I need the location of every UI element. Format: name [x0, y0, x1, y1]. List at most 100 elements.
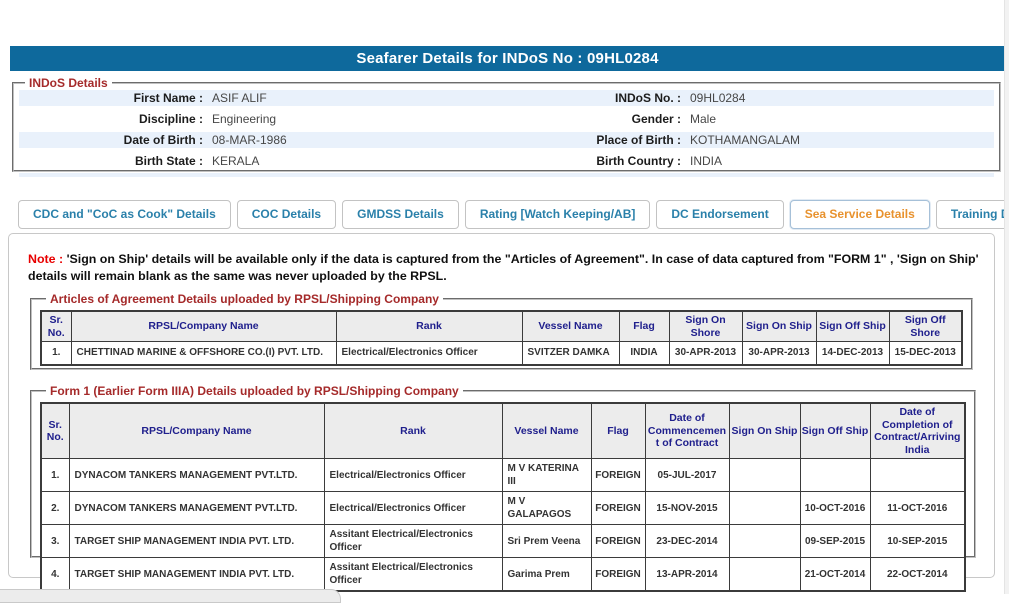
- field-value-indos-no: 09HL0284: [690, 90, 994, 106]
- cell-sign-on-ship: [729, 492, 800, 525]
- cell-company: CHETTINAD MARINE & OFFSHORE CO.(I) PVT. …: [71, 342, 336, 365]
- cell-date-commencement: 23-DEC-2014: [645, 525, 729, 558]
- cell-sign-off-ship: [800, 459, 870, 492]
- field-label-birth-country: Birth Country :: [496, 153, 681, 169]
- column-header-rpsl-company: RPSL/Company Name: [69, 403, 324, 459]
- cell-sign-on-ship: [729, 459, 800, 492]
- form1-table-row: 2. DYNACOM TANKERS MANAGEMENT PVT.LTD. E…: [41, 492, 965, 525]
- column-header-vessel-name: Vessel Name: [522, 311, 619, 342]
- cell-date-commencement: 13-APR-2014: [645, 558, 729, 592]
- page-right-edge: [1004, 0, 1009, 594]
- tab-training-details[interactable]: Training Details: [936, 200, 1009, 229]
- note-prefix: Note :: [28, 252, 63, 266]
- cell-sign-off-ship: 10-OCT-2016: [800, 492, 870, 525]
- indos-row-discipline: Discipline : Engineering Gender : Male: [19, 111, 994, 127]
- indos-row-birth: Date of Birth : 08-MAR-1986 Place of Bir…: [19, 132, 994, 148]
- tab-dc-endorsement[interactable]: DC Endorsement: [656, 200, 783, 229]
- column-header-sign-on-ship: Sign On Ship: [742, 311, 816, 342]
- page-title-bar: Seafarer Details for INDoS No : 09HL0284: [10, 46, 1005, 71]
- indos-row-name: First Name : ASIF ALIF INDoS No. : 09HL0…: [19, 90, 994, 106]
- indos-row-state: Birth State : KERALA Birth Country : IND…: [19, 153, 994, 169]
- cell-vessel: Sri Prem Veena: [502, 525, 591, 558]
- field-value-dob: 08-MAR-1986: [212, 132, 487, 148]
- indos-details-fieldset: INDoS Details First Name : ASIF ALIF IND…: [12, 76, 1001, 172]
- cell-sign-on-ship: 30-APR-2013: [742, 342, 816, 365]
- cell-sign-on-ship: [729, 558, 800, 592]
- form1-fieldset: Form 1 (Earlier Form IIIA) Details uploa…: [30, 384, 976, 558]
- column-header-sr-no: Sr. No.: [41, 311, 71, 342]
- cell-flag: FOREIGN: [591, 492, 645, 525]
- field-value-gender: Male: [690, 111, 994, 127]
- tab-gmdss-details[interactable]: GMDSS Details: [342, 200, 459, 229]
- tab-cdc-coc-cook-details[interactable]: CDC and "CoC as Cook" Details: [18, 200, 231, 229]
- tab-strip: CDC and "CoC as Cook" Details COC Detail…: [18, 200, 1009, 229]
- field-value-pob: KOTHAMANGALAM: [690, 132, 994, 148]
- cell-date-commencement: 05-JUL-2017: [645, 459, 729, 492]
- cell-rank: Electrical/Electronics Officer: [324, 459, 502, 492]
- cell-company: DYNACOM TANKERS MANAGEMENT PVT.LTD.: [69, 459, 324, 492]
- tab-sea-service-details[interactable]: Sea Service Details: [790, 200, 930, 229]
- cell-company: DYNACOM TANKERS MANAGEMENT PVT.LTD.: [69, 492, 324, 525]
- column-header-vessel-name: Vessel Name: [502, 403, 591, 459]
- note-text: Note : 'Sign on Ship' details will be av…: [28, 251, 991, 285]
- field-value-birth-state: KERALA: [212, 153, 487, 169]
- cell-flag: INDIA: [619, 342, 669, 365]
- cell-company: TARGET SHIP MANAGEMENT INDIA PVT. LTD.: [69, 525, 324, 558]
- column-header-rank: Rank: [336, 311, 522, 342]
- column-header-rpsl-company: RPSL/Company Name: [71, 311, 336, 342]
- cell-vessel: M V GALAPAGOS: [502, 492, 591, 525]
- agreement-header-row: Sr. No. RPSL/Company Name Rank Vessel Na…: [41, 311, 962, 342]
- field-value-discipline: Engineering: [212, 111, 487, 127]
- indos-details-legend: INDoS Details: [25, 76, 112, 90]
- field-label-gender: Gender :: [496, 111, 681, 127]
- cell-sr-no: 2.: [41, 492, 69, 525]
- tab-rating-watch-keeping-ab[interactable]: Rating [Watch Keeping/AB]: [465, 200, 651, 229]
- indos-bottom-strip: [19, 173, 994, 177]
- cell-sign-off-ship: 14-DEC-2013: [816, 342, 889, 365]
- column-header-sign-off-shore: Sign Off Shore: [889, 311, 962, 342]
- cell-date-completion: [870, 459, 965, 492]
- cell-rank: Electrical/Electronics Officer: [324, 492, 502, 525]
- agreement-table: Sr. No. RPSL/Company Name Rank Vessel Na…: [40, 310, 963, 366]
- column-header-sign-on-ship: Sign On Ship: [729, 403, 800, 459]
- cell-vessel: M V KATERINA III: [502, 459, 591, 492]
- column-header-flag: Flag: [619, 311, 669, 342]
- column-header-sign-on-shore: Sign On Shore: [669, 311, 742, 342]
- cell-sign-off-ship: 09-SEP-2015: [800, 525, 870, 558]
- field-label-birth-state: Birth State :: [19, 153, 203, 169]
- cell-flag: FOREIGN: [591, 558, 645, 592]
- cell-sign-off-shore: 15-DEC-2013: [889, 342, 962, 365]
- cell-date-completion: 10-SEP-2015: [870, 525, 965, 558]
- field-label-pob: Place of Birth :: [496, 132, 681, 148]
- cell-sign-off-ship: 21-OCT-2014: [800, 558, 870, 592]
- cell-sign-on-ship: [729, 525, 800, 558]
- form1-header-row: Sr. No. RPSL/Company Name Rank Vessel Na…: [41, 403, 965, 459]
- column-header-sign-off-ship: Sign Off Ship: [800, 403, 870, 459]
- field-label-dob: Date of Birth :: [19, 132, 203, 148]
- column-header-sr-no: Sr. No.: [41, 403, 69, 459]
- cell-date-completion: 11-OCT-2016: [870, 492, 965, 525]
- column-header-flag: Flag: [591, 403, 645, 459]
- tab-coc-details[interactable]: COC Details: [237, 200, 336, 229]
- cell-rank: Assitant Electrical/Electronics Officer: [324, 525, 502, 558]
- form1-table-row: 1. DYNACOM TANKERS MANAGEMENT PVT.LTD. E…: [41, 459, 965, 492]
- page-title: Seafarer Details for INDoS No : 09HL0284: [356, 50, 658, 67]
- field-value-birth-country: INDIA: [690, 153, 994, 169]
- cell-date-completion: 22-OCT-2014: [870, 558, 965, 592]
- cell-flag: FOREIGN: [591, 459, 645, 492]
- form1-table-row: 4. TARGET SHIP MANAGEMENT INDIA PVT. LTD…: [41, 558, 965, 592]
- field-label-discipline: Discipline :: [19, 111, 203, 127]
- agreement-legend: Articles of Agreement Details uploaded b…: [46, 292, 443, 306]
- cell-sr-no: 1.: [41, 459, 69, 492]
- cell-rank: Electrical/Electronics Officer: [336, 342, 522, 365]
- agreement-fieldset: Articles of Agreement Details uploaded b…: [30, 292, 973, 370]
- agreement-table-row: 1. CHETTINAD MARINE & OFFSHORE CO.(I) PV…: [41, 342, 962, 365]
- cell-rank: Assitant Electrical/Electronics Officer: [324, 558, 502, 592]
- cell-vessel: SVITZER DAMKA: [522, 342, 619, 365]
- column-header-sign-off-ship: Sign Off Ship: [816, 311, 889, 342]
- bottom-popup-fragment: [0, 589, 341, 603]
- cell-company: TARGET SHIP MANAGEMENT INDIA PVT. LTD.: [69, 558, 324, 592]
- column-header-date-commencement: Date of Commencement of Contract: [645, 403, 729, 459]
- cell-flag: FOREIGN: [591, 525, 645, 558]
- field-label-first-name: First Name :: [19, 90, 203, 106]
